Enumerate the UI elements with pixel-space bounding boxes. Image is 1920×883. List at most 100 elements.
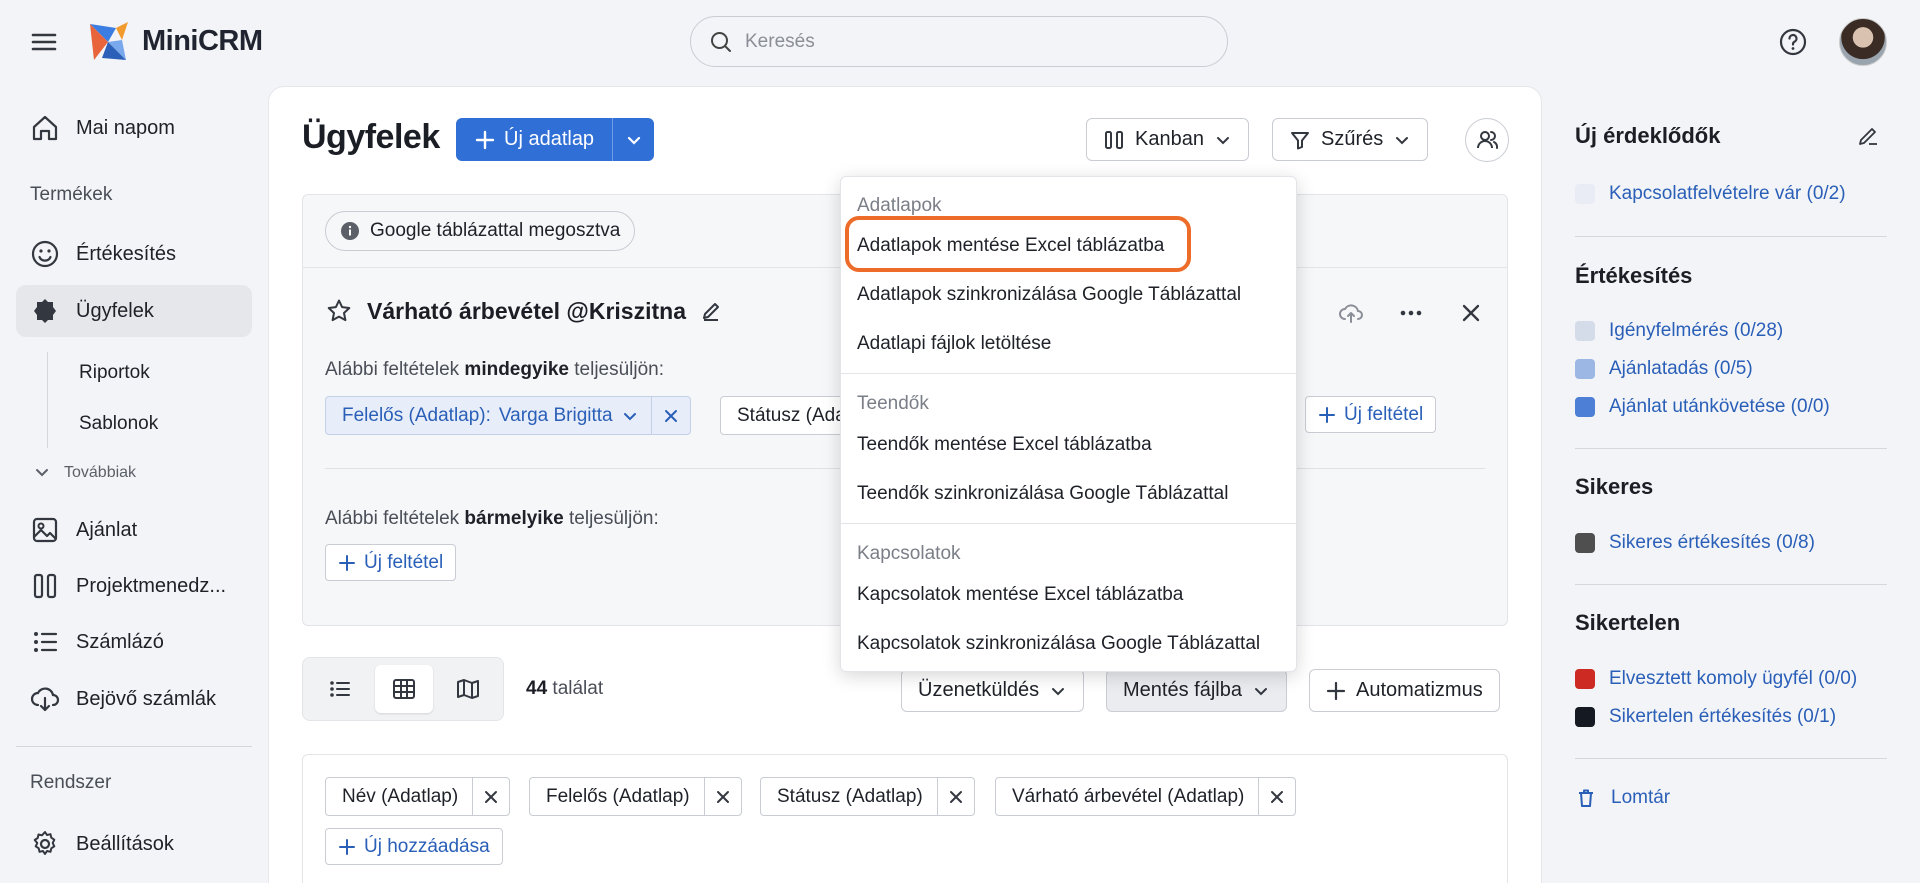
avatar[interactable] xyxy=(1839,18,1887,66)
sidebar-item-templates[interactable]: Sablonok xyxy=(79,413,158,435)
add-condition-button-all[interactable]: Új feltétel xyxy=(1305,396,1437,433)
search-bar[interactable] xyxy=(690,16,1228,67)
sidebar-item-label: Ügyfelek xyxy=(76,299,154,322)
table-view-icon[interactable] xyxy=(375,665,433,713)
menu-item-tasks-excel[interactable]: Teendők mentése Excel táblázatba xyxy=(857,434,1152,456)
more-icon[interactable] xyxy=(1395,297,1427,329)
sidebar-item-reports[interactable]: Riportok xyxy=(79,362,150,384)
condition-key: Felelős (Adatlap): xyxy=(342,404,491,426)
status-item-label: Sikeres értékesítés (0/8) xyxy=(1609,532,1815,553)
column-chip-label: Státusz (Adatlap) xyxy=(761,778,938,815)
sidebar-item-label: Projektmenedz... xyxy=(76,574,227,597)
sidebar-item-settings[interactable]: Beállítások xyxy=(16,818,252,870)
list-view-icon[interactable] xyxy=(311,665,369,713)
menu-item-contacts-google[interactable]: Kapcsolatok szinkronizálása Google Táblá… xyxy=(857,633,1260,655)
search-icon xyxy=(711,31,731,52)
messaging-label: Üzenetküldés xyxy=(918,679,1040,701)
close-icon[interactable] xyxy=(1455,297,1487,329)
column-chip-label: Név (Adatlap) xyxy=(326,778,474,815)
new-record-label: Új adatlap xyxy=(504,128,595,150)
sidebar-item-invoicing[interactable]: Számlázó xyxy=(16,616,252,668)
sidebar-item-today[interactable]: Mai napom xyxy=(16,102,252,154)
menu-item-records-google[interactable]: Adatlapok szinkronizálása Google Tábláza… xyxy=(857,284,1241,306)
status-color-swatch xyxy=(1575,397,1595,417)
sidebar-item-label: Értékesítés xyxy=(76,242,177,265)
sidebar-item-label: Bejövő számlák xyxy=(76,687,217,710)
status-item[interactable]: Igényfelmérés (0/28) xyxy=(1575,320,1783,342)
pencil-icon[interactable] xyxy=(1856,124,1880,148)
column-chip[interactable]: Státusz (Adatlap) xyxy=(760,777,975,816)
sidebar-item-project[interactable]: Projektmenedz... xyxy=(16,560,252,612)
messaging-button[interactable]: Üzenetküldés xyxy=(901,669,1085,712)
status-item-label: Elvesztett komoly ügyfél (0/0) xyxy=(1609,668,1858,689)
chevron-down-icon xyxy=(36,469,48,477)
sidebar-item-sales[interactable]: Értékesítés xyxy=(16,228,252,280)
condition-chip-owner[interactable]: Felelős (Adatlap): Varga Brigitta xyxy=(325,396,691,435)
status-item[interactable]: Ajánlatadás (0/5) xyxy=(1575,358,1753,380)
menu-icon[interactable] xyxy=(28,28,60,56)
search-input[interactable] xyxy=(745,30,1185,53)
chevron-down-icon xyxy=(1254,687,1267,695)
sidebar-item-offer[interactable]: Ajánlat xyxy=(16,504,252,556)
sidebar-item-label: Beállítások xyxy=(76,832,174,855)
filter-button[interactable]: Szűrés xyxy=(1272,118,1429,161)
add-condition-label: Új feltétel xyxy=(364,551,444,573)
smiley-icon xyxy=(30,239,60,269)
image-icon xyxy=(30,515,60,545)
shared-status-chip[interactable]: Google táblázattal megosztva xyxy=(325,211,636,251)
status-item[interactable]: Sikertelen értékesítés (0/1) xyxy=(1575,706,1836,728)
status-item[interactable]: Sikeres értékesítés (0/8) xyxy=(1575,532,1815,554)
users-button[interactable] xyxy=(1465,118,1509,162)
star-icon[interactable] xyxy=(325,297,353,325)
any-conditions-label: Alábbi feltételek bármelyike teljesüljön… xyxy=(325,508,659,529)
condition-chip-status[interactable]: Státusz (Adatlap) xyxy=(720,396,845,435)
add-condition-button-any[interactable]: Új feltétel xyxy=(325,544,457,581)
column-chip[interactable]: Név (Adatlap) xyxy=(325,777,511,816)
save-to-file-button[interactable]: Mentés fájlba xyxy=(1106,669,1287,712)
status-item[interactable]: Kapcsolatfelvételre vár (0/2) xyxy=(1575,183,1846,205)
remove-column-icon[interactable] xyxy=(473,778,509,815)
sidebar-more-toggle[interactable]: Továbbiak xyxy=(34,464,136,482)
status-color-swatch xyxy=(1575,669,1595,689)
shared-status-label: Google táblázattal megosztva xyxy=(370,220,621,241)
kanban-icon xyxy=(1105,130,1123,149)
menu-item-contacts-excel[interactable]: Kapcsolatok mentése Excel táblázatba xyxy=(857,584,1183,606)
sidebar-item-clients[interactable]: Ügyfelek xyxy=(16,285,252,337)
status-group-title: Sikertelen xyxy=(1575,610,1681,635)
status-item[interactable]: Elvesztett komoly ügyfél (0/0) xyxy=(1575,668,1857,690)
remove-column-icon[interactable] xyxy=(1259,778,1295,815)
gear-icon xyxy=(30,829,60,859)
sidebar-more-label: Továbbiak xyxy=(64,464,137,481)
cloud-upload-icon[interactable] xyxy=(1335,297,1367,329)
filter-actions xyxy=(1335,297,1487,329)
pencil-icon[interactable] xyxy=(700,300,722,322)
map-view-icon[interactable] xyxy=(439,665,497,713)
automation-button[interactable]: Automatizmus xyxy=(1309,669,1500,712)
column-chip[interactable]: Felelős (Adatlap) xyxy=(529,777,742,816)
chevron-down-icon xyxy=(627,136,640,145)
status-item-label: Ajánlat utánkövetése (0/0) xyxy=(1609,396,1830,417)
automation-label: Automatizmus xyxy=(1356,679,1483,701)
list-icon xyxy=(30,627,60,657)
minicrm-logo-icon xyxy=(90,22,128,60)
menu-item-tasks-google[interactable]: Teendők szinkronizálása Google Táblázatt… xyxy=(857,483,1228,505)
logo[interactable]: MiniCRM xyxy=(86,18,263,64)
plus-icon xyxy=(1326,681,1346,700)
status-item[interactable]: Ajánlat utánkövetése (0/0) xyxy=(1575,396,1830,418)
add-column-button[interactable]: Új hozzáadása xyxy=(325,828,503,865)
help-icon[interactable] xyxy=(1777,26,1809,58)
new-record-dropdown-button[interactable] xyxy=(612,118,654,161)
menu-item-records-files[interactable]: Adatlapi fájlok letöltése xyxy=(857,333,1051,355)
status-color-swatch xyxy=(1575,707,1595,727)
remove-condition-icon[interactable] xyxy=(652,397,690,434)
status-item-label: Kapcsolatfelvételre vár (0/2) xyxy=(1609,183,1846,204)
remove-column-icon[interactable] xyxy=(938,778,974,815)
new-record-button[interactable]: Új adatlap xyxy=(456,118,612,161)
kanban-view-button[interactable]: Kanban xyxy=(1086,118,1249,161)
sidebar-item-incoming[interactable]: Bejövő számlák xyxy=(16,673,252,725)
remove-column-icon[interactable] xyxy=(705,778,741,815)
column-chip[interactable]: Várható árbevétel (Adatlap) xyxy=(995,777,1297,816)
trash-link[interactable]: Lomtár xyxy=(1575,787,1670,809)
status-color-swatch xyxy=(1575,321,1595,341)
plus-icon xyxy=(1319,406,1335,423)
